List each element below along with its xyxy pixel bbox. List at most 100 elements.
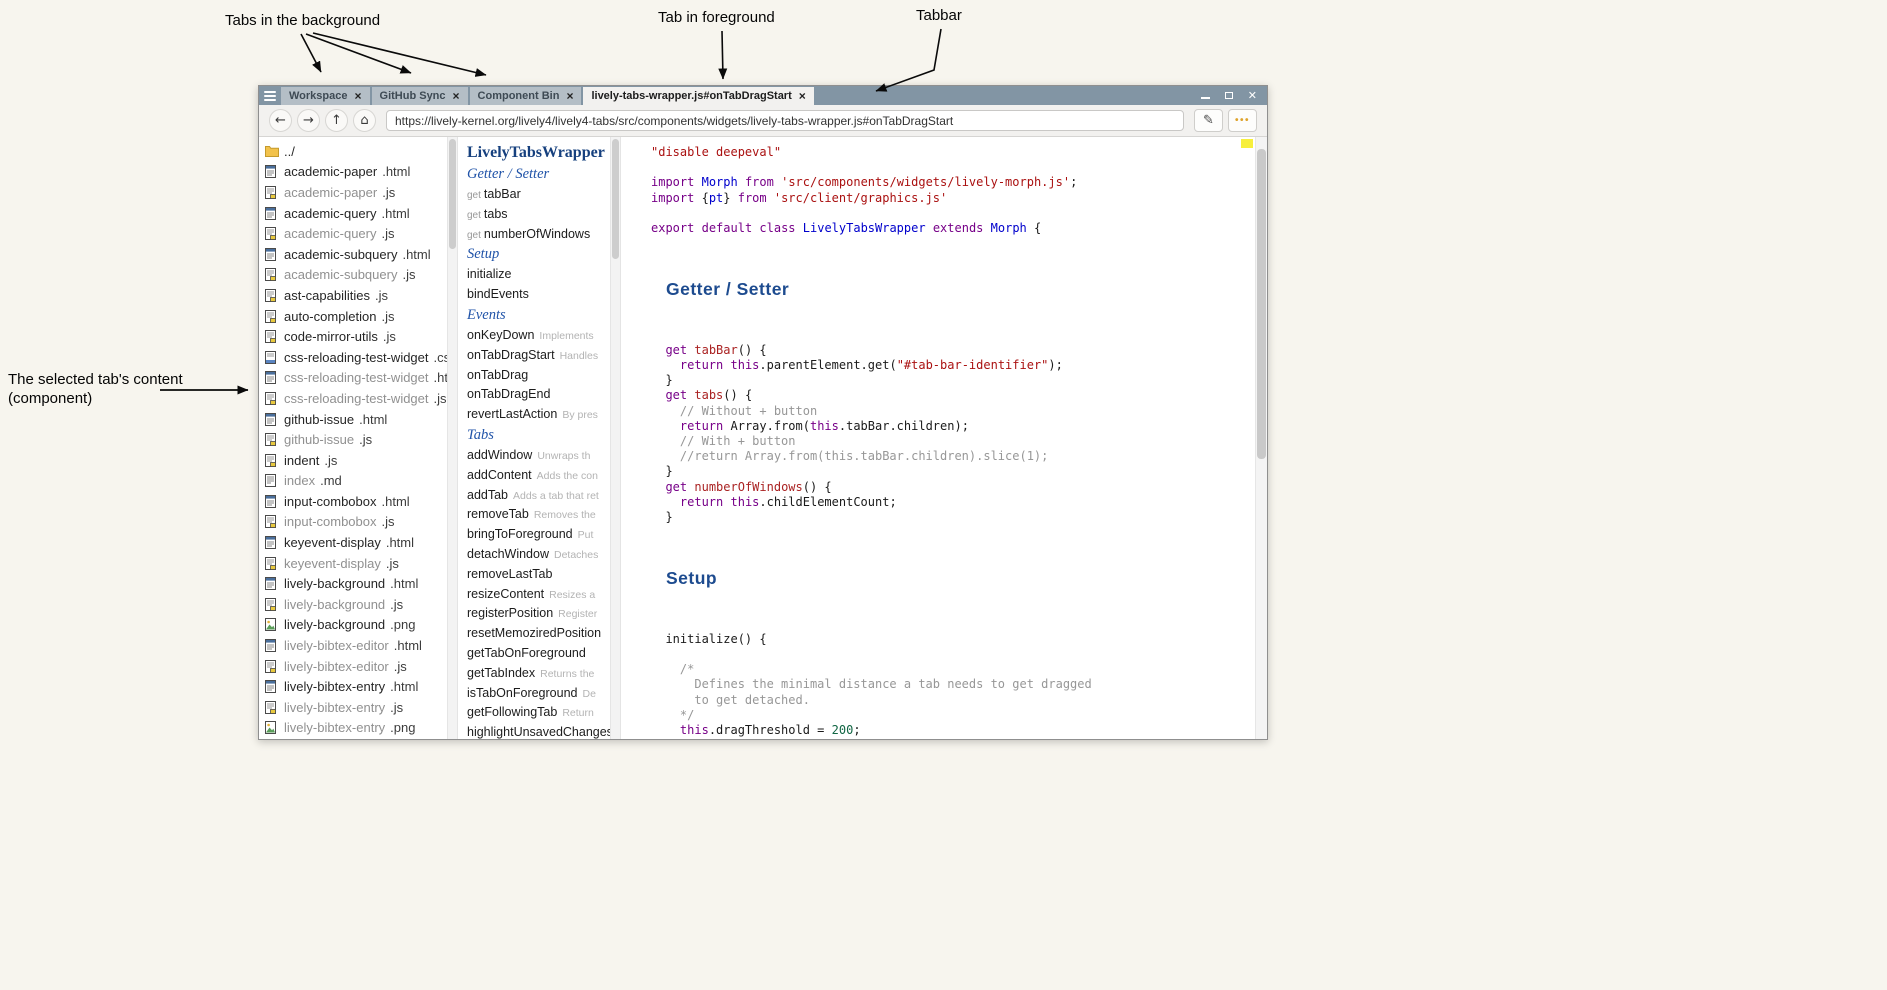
tab-close-icon[interactable]: × (799, 90, 806, 102)
tab-close-icon[interactable]: × (566, 90, 573, 102)
outline-method[interactable]: highlightUnsavedChanges (467, 723, 610, 739)
file-item[interactable]: lively-bibtex-entry.js (259, 697, 447, 718)
file-item[interactable]: lively-bibtex-editor.js (259, 656, 447, 677)
code-token: initialize() { (651, 632, 767, 646)
code-editor[interactable]: "disable deepeval"import Morph from 'src… (621, 137, 1256, 739)
close-button[interactable]: ✕ (1248, 89, 1257, 102)
js-file-icon (265, 557, 279, 570)
file-item[interactable]: keyevent-display.html (259, 532, 447, 553)
outline-method[interactable]: detachWindowDetaches (467, 545, 610, 565)
file-list: ../academic-paper.htmlacademic-paper.jsa… (259, 137, 447, 739)
outline-method[interactable]: onKeyDownImplements (467, 326, 610, 346)
tab-background[interactable]: GitHub Sync× (372, 87, 468, 105)
file-name: lively-bibtex-editor (284, 659, 389, 674)
outline-method[interactable]: bindEvents (467, 285, 610, 305)
outline-scrollbar[interactable] (610, 137, 620, 739)
outline-method[interactable]: getFollowingTabReturn (467, 703, 610, 723)
file-item[interactable]: keyevent-display.js (259, 553, 447, 574)
code-token: return (680, 419, 723, 433)
file-item[interactable]: academic-query.html (259, 203, 447, 224)
outline-method[interactable]: addTabAdds a tab that ret (467, 486, 610, 506)
outline-method[interactable]: getTabOnForeground (467, 644, 610, 664)
file-item[interactable]: input-combobox.js (259, 512, 447, 533)
file-name: keyevent-display (284, 535, 381, 550)
tab-background[interactable]: Component Bin× (470, 87, 582, 105)
file-item[interactable]: css-reloading-test-widget.html (259, 368, 447, 389)
file-item[interactable]: code-mirror-utils.js (259, 326, 447, 347)
scrollbar-thumb[interactable] (449, 139, 456, 249)
outline-method[interactable]: bringToForegroundPut (467, 525, 610, 545)
code-pane[interactable]: "disable deepeval"import Morph from 'src… (621, 137, 1267, 739)
file-item[interactable]: lively-bibtex-entry.html (259, 676, 447, 697)
file-item[interactable]: academic-subquery.js (259, 265, 447, 286)
outline-section-heading[interactable]: Getter / Setter (467, 164, 610, 185)
file-item[interactable]: css-reloading-test-widget.css (259, 347, 447, 368)
file-item[interactable]: github-issue.html (259, 409, 447, 430)
file-extension: .png (390, 720, 415, 735)
ellipsis-icon: ••• (1235, 115, 1250, 126)
code-token (651, 723, 680, 737)
file-item[interactable]: lively-bibtex-entry.png (259, 718, 447, 739)
file-item[interactable]: academic-paper.js (259, 182, 447, 203)
outline-method[interactable]: resizeContentResizes a (467, 585, 610, 605)
outline-section-heading[interactable]: Events (467, 305, 610, 326)
file-item[interactable]: lively-background.png (259, 615, 447, 636)
minimize-button[interactable] (1201, 92, 1210, 99)
file-item[interactable]: lively-bibtex-editor.html (259, 635, 447, 656)
outline-section-heading[interactable]: Setup (467, 244, 610, 265)
file-item[interactable]: indent.js (259, 450, 447, 471)
up-button[interactable]: ↑ (325, 109, 348, 132)
outline-section-heading[interactable]: Tabs (467, 425, 610, 446)
file-item[interactable]: auto-completion.js (259, 306, 447, 327)
url-input[interactable] (386, 110, 1184, 131)
outline-method[interactable]: onTabDragStartHandles (467, 346, 610, 366)
file-item[interactable]: lively-background.html (259, 573, 447, 594)
outline-method[interactable]: initialize (467, 265, 610, 285)
method-name: bringToForeground (467, 527, 573, 541)
file-item[interactable]: lively-background.js (259, 594, 447, 615)
outline-method[interactable]: getTabIndexReturns the (467, 664, 610, 684)
pencil-icon: ✎ (1203, 113, 1214, 128)
file-list-scrollbar[interactable] (447, 137, 457, 739)
more-button[interactable]: ••• (1228, 109, 1257, 132)
file-name: index (284, 473, 315, 488)
outline-method[interactable]: registerPositionRegister (467, 604, 610, 624)
scrollbar-thumb[interactable] (612, 139, 619, 259)
outline-method[interactable]: isTabOnForegroundDe (467, 684, 610, 704)
scrollbar-thumb[interactable] (1257, 149, 1266, 459)
outline-method[interactable]: onTabDrag (467, 366, 610, 386)
file-item[interactable]: ast-capabilities.js (259, 285, 447, 306)
file-item[interactable]: input-combobox.html (259, 491, 447, 512)
home-button[interactable]: ⌂ (353, 109, 376, 132)
outline-method[interactable]: addWindowUnwraps th (467, 446, 610, 466)
menu-icon[interactable] (259, 86, 281, 105)
maximize-button[interactable] (1225, 92, 1233, 99)
outline-method[interactable]: revertLastActionBy pres (467, 405, 610, 425)
file-item[interactable]: academic-subquery.html (259, 244, 447, 265)
outline-method[interactable]: gettabBar (467, 185, 610, 205)
outline-method[interactable]: addContentAdds the con (467, 466, 610, 486)
tab-background[interactable]: Workspace× (281, 87, 370, 105)
file-item[interactable]: academic-paper.html (259, 162, 447, 183)
js-file-icon (265, 330, 279, 343)
outline-method[interactable]: onTabDragEnd (467, 385, 610, 405)
outline-method[interactable]: resetMemoziredPosition (467, 624, 610, 644)
edit-button[interactable]: ✎ (1194, 109, 1223, 132)
tab-close-icon[interactable]: × (355, 90, 362, 102)
file-item[interactable]: css-reloading-test-widget.js (259, 388, 447, 409)
file-item[interactable]: index.md (259, 471, 447, 492)
tab-foreground[interactable]: lively-tabs-wrapper.js#onTabDragStart× (583, 87, 813, 105)
file-item[interactable]: academic-query.js (259, 223, 447, 244)
code-token: Array.from( (723, 419, 810, 433)
method-name: resetMemoziredPosition (467, 626, 601, 640)
file-item[interactable]: github-issue.js (259, 429, 447, 450)
back-button[interactable]: ← (269, 109, 292, 132)
tab-close-icon[interactable]: × (453, 90, 460, 102)
code-scrollbar[interactable] (1255, 137, 1267, 739)
outline-method[interactable]: getnumberOfWindows (467, 225, 610, 245)
outline-method[interactable]: removeTabRemoves the (467, 505, 610, 525)
outline-method[interactable]: removeLastTab (467, 565, 610, 585)
file-item[interactable]: ../ (259, 141, 447, 162)
forward-button[interactable]: → (297, 109, 320, 132)
outline-method[interactable]: gettabs (467, 205, 610, 225)
